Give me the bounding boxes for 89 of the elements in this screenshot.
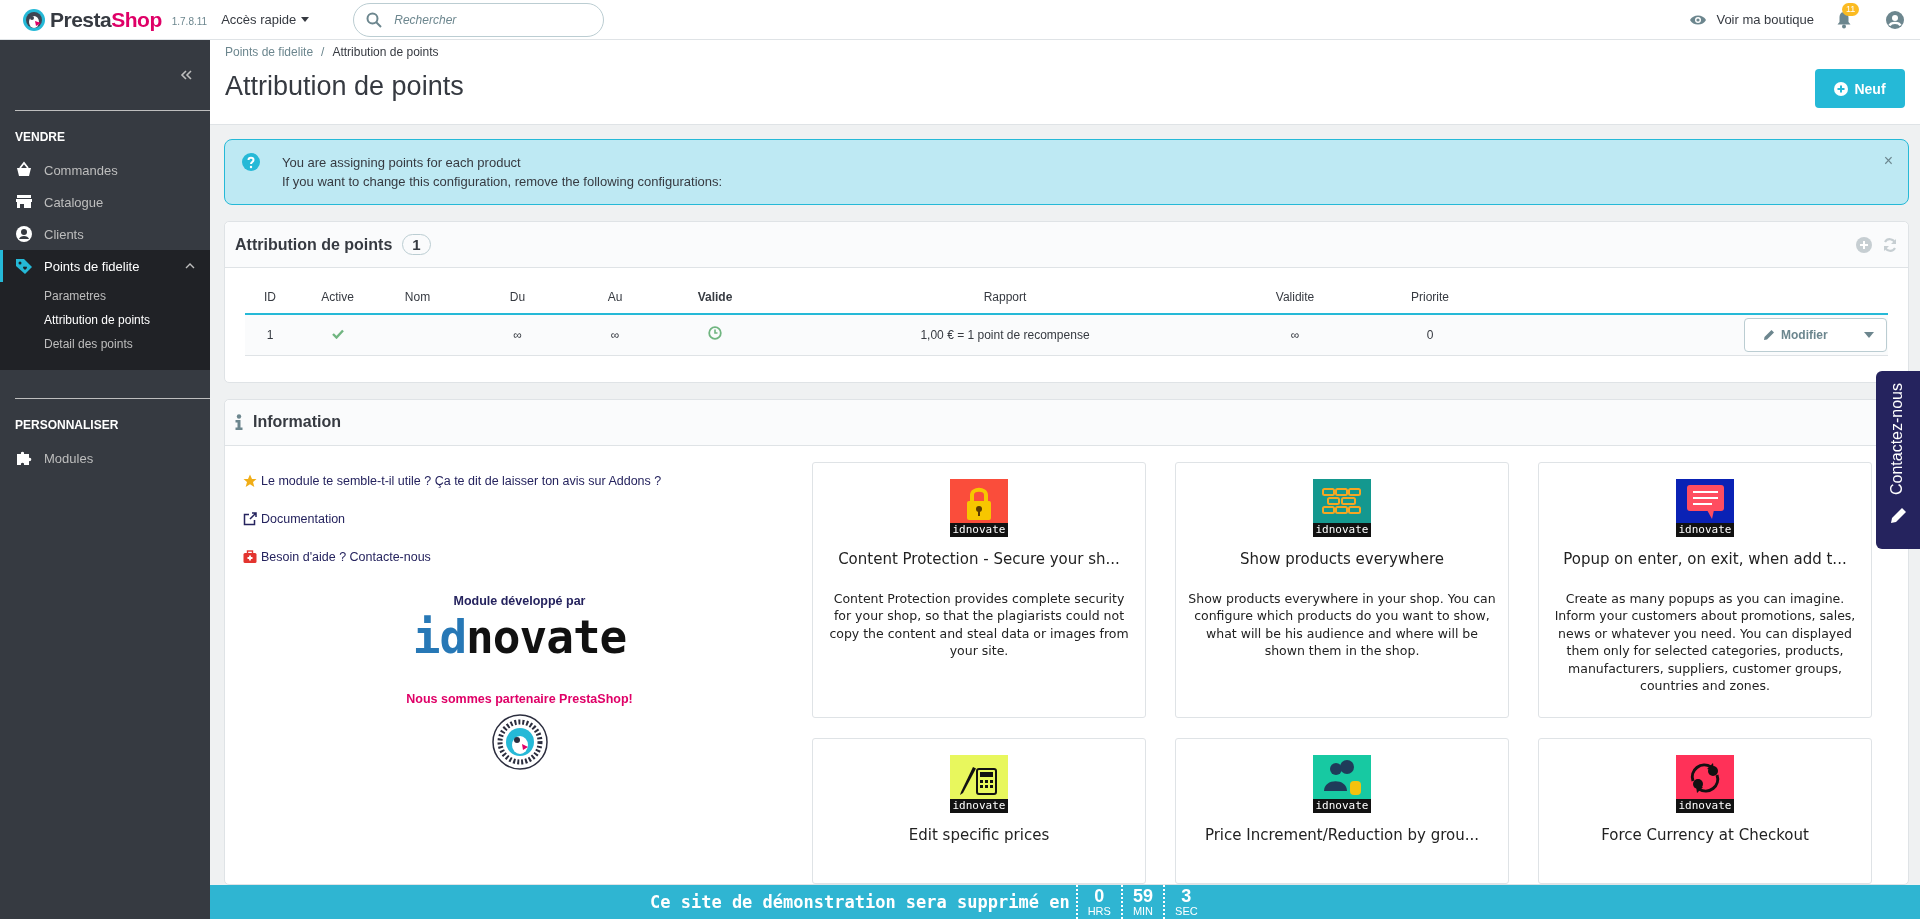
section-heading: VENDRE	[14, 129, 66, 146]
module-icon: idnovate	[950, 478, 1008, 537]
module-title: Popup on enter, on exit, when add t...	[1563, 549, 1847, 568]
module-icon: idnovate	[1313, 478, 1371, 537]
module-card[interactable]	[1538, 461, 1872, 718]
submenu-item[interactable]: Attribution de points	[0, 308, 210, 332]
submenu-item[interactable]: Parametres	[0, 284, 210, 308]
module-title: Content Protection - Secure your sh...	[838, 549, 1120, 568]
pencil-icon	[1889, 507, 1907, 526]
tag-icon	[15, 257, 33, 275]
alert-text: You are assigning points for each product	[282, 154, 522, 172]
notification-count: 11	[1842, 2, 1860, 16]
quick-access-menu[interactable]: Accès rapide	[217, 8, 314, 31]
info-icon	[235, 414, 243, 430]
store-icon	[15, 193, 33, 211]
plus-circle-icon	[1834, 81, 1849, 96]
module-card[interactable]: idnovate Force Currency at Checkout	[1538, 737, 1872, 884]
view-shop-link[interactable]: Voir ma boutique	[1689, 12, 1814, 27]
module-title: Show products everywhere	[1240, 549, 1444, 568]
table-cell: 1	[245, 314, 295, 355]
help-link[interactable]: Besoin d'aide ? Contacte-nous	[243, 537, 796, 576]
panel-title: Information	[253, 413, 341, 431]
table-cell: 1,00 € = 1 point de recompense	[780, 314, 1230, 355]
section-heading: PERSONNALISER	[14, 417, 120, 434]
partner-label: Nous sommes partenaire PrestaShop!	[406, 691, 633, 706]
contact-tab[interactable]: Contactez-nous	[1876, 371, 1920, 549]
help-link[interactable]: Le module te semble-t-il utile ? Ça te dit de laisser ton avis sur Addons ?	[243, 461, 796, 500]
countdown-value: 59	[1132, 887, 1153, 905]
logo-icon[interactable]	[22, 7, 46, 32]
panel-title: Attribution de points	[235, 235, 393, 254]
submenu-item[interactable]: Detail des points	[0, 332, 210, 356]
module-title: Price Increment/Reduction by grou...	[1204, 825, 1480, 844]
sidebar-item[interactable]: Points de fidelite	[0, 250, 210, 282]
alert-text: If you want to change this configuration, remove the following configurations:	[282, 173, 724, 191]
countdown-unit: MIN	[1132, 905, 1154, 917]
module-icon: idnovate	[950, 754, 1008, 813]
countdown-unit: SEC	[1175, 905, 1198, 917]
help-link[interactable]: Documentation	[243, 499, 796, 538]
sidebar-item[interactable]: Clients	[0, 218, 210, 250]
table-cell: ∞	[455, 314, 580, 355]
table-cell: 0	[1360, 314, 1500, 355]
bell-icon[interactable]	[1836, 10, 1852, 29]
module-description: Content Protection provides complete security for your shop, so that the plagiarists could not copy the content and steal data or images from your site.	[828, 589, 1130, 660]
countdown-value: 0	[1094, 887, 1105, 905]
countdown-unit: HRS	[1087, 905, 1111, 917]
module-card[interactable]: idnovate Edit specific prices	[812, 737, 1146, 884]
star-icon	[243, 473, 257, 488]
module-icon: idnovate	[1676, 754, 1734, 813]
search-field[interactable]: Rechercher	[353, 2, 605, 37]
countdown-message: Ce site de démonstration sera supprimé en	[650, 892, 1070, 912]
module-title: Force Currency at Checkout	[1601, 825, 1809, 844]
pencil-icon	[1763, 328, 1775, 341]
external-link-icon	[243, 511, 257, 526]
module-card[interactable]: idnovate Price Increment/Reduction by grou...	[1175, 737, 1509, 884]
countdown-value: 3	[1181, 887, 1192, 905]
module-card[interactable]: idnovate Content Protection - Secure your sh... Content Protection provides complete security for your shop, so that the plagiarists could not copy the content and steal data or images from your site.	[812, 461, 1146, 718]
module-description: Show products everywhere in your shop. You can configure which products do you want to show, what will be his audience and where will be shown them in the shop.	[1188, 589, 1496, 660]
partner-badge-icon	[491, 713, 548, 770]
edit-split-button[interactable]: Modifier	[1744, 317, 1887, 352]
check-icon[interactable]	[331, 328, 344, 339]
breadcrumb-current: Attribution de points	[332, 45, 439, 59]
user-icon	[15, 225, 33, 243]
table-cell: ∞	[1230, 314, 1360, 355]
user-icon[interactable]	[1886, 10, 1904, 29]
table-cell: ∞	[580, 314, 650, 355]
breadcrumb-link[interactable]: Points de fidelite	[225, 45, 314, 59]
module-card[interactable]: idnovate Show products everywhere Show products everywhere in your shop. You can configure which products do you want to show, what will be his audience and where will be shown them in the shop.	[1175, 461, 1509, 718]
module-title: Edit specific prices	[908, 825, 1050, 844]
sidebar-item[interactable]: Modules	[0, 442, 210, 474]
search-icon	[366, 11, 383, 28]
developer-logo[interactable]: idnovate	[412, 611, 627, 662]
brand-name[interactable]: PrestaShop	[50, 7, 162, 32]
breadcrumb-separator: /	[321, 45, 325, 59]
version-label: 1.7.8.11	[171, 16, 208, 27]
page-title: Attribution de points	[225, 71, 464, 102]
sidebar-item[interactable]: Commandes	[0, 154, 210, 186]
collapse-icon[interactable]	[180, 70, 192, 80]
caret-icon	[301, 17, 310, 22]
puzzle-icon	[15, 449, 33, 467]
basket-icon	[15, 161, 33, 179]
first-aid-kit-icon	[243, 549, 257, 564]
eye-icon	[1689, 13, 1708, 26]
developer-label: Module développé par	[453, 593, 586, 608]
question-icon	[242, 153, 260, 171]
module-icon: idnovate	[1676, 478, 1734, 537]
module-description: Create as many popups as you can imagine. Inform your customers about promotions, sales, news or whatever you need. You can displayed them only for selected categories, products, manufacturers, suppliers, customer groups, countries and zones.	[1553, 589, 1857, 695]
caret-icon	[1864, 331, 1874, 338]
module-icon: idnovate	[1313, 754, 1371, 813]
sidebar-item[interactable]: Catalogue	[0, 186, 210, 218]
